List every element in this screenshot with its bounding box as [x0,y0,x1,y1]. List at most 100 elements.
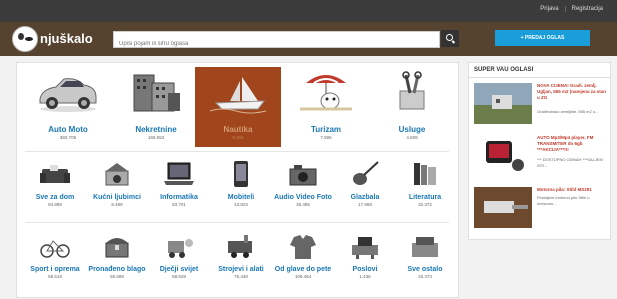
clothes-icon [290,235,316,259]
machine-icon [228,235,252,258]
register-link[interactable]: Registracija [564,6,609,12]
user-links: Prijava Registracija [534,6,609,12]
category-count: 109.464 [294,274,312,279]
books-icon [414,163,436,185]
category-kucni-ljubimci[interactable]: Kućni ljubimci 8.499 [87,159,147,215]
category-pronadeno-blago[interactable]: Pronađeno blago 56.589 [87,231,147,287]
post-ad-button[interactable]: + PREDAJ OGLAS [495,30,590,46]
category-count: 1.436 [359,274,371,279]
category-mobiteli[interactable]: Mobiteli 43.823 [211,159,271,215]
category-name: Informatika [160,194,198,201]
search-box [113,31,440,51]
dog-logo-icon [12,26,38,52]
category-usluge[interactable]: Usluge 4.509 [369,69,455,147]
category-nekretnine[interactable]: Nekretnine 168.553 [113,69,199,147]
category-sve-za-dom[interactable]: Sve za dom 84.889 [25,159,85,215]
ad-thumbnail[interactable] [474,135,532,176]
featured-ads-title: SUPER VAU OGLASI [474,67,534,73]
treasure-icon [105,238,129,258]
featured-ads-panel: SUPER VAU OGLASI NOVA CIJENA! Gradi. zem… [468,62,611,240]
category-count: 75.448 [234,274,248,279]
guitar-icon [353,161,379,185]
category-name: Kućni ljubimci [93,194,141,201]
category-name: Sve za dom [35,194,75,201]
car-icon [39,78,97,112]
panel-divider [469,77,610,78]
featured-ad[interactable]: AUTO Mp3/Mp4 player, FM TRANSMITER do 6g… [474,135,604,181]
category-count: 33.473 [418,274,432,279]
category-strojevi-i-alati[interactable]: Strojevi i alati 75.448 [211,231,271,287]
search-button[interactable] [441,30,459,47]
category-count: 83.701 [172,202,186,207]
category-name: Poslovi [352,266,378,273]
category-informatika[interactable]: Informatika 83.701 [149,159,209,215]
ad-thumbnail[interactable] [474,187,532,228]
category-count: 7.806 [320,135,332,140]
ad-description: Građevinsko zemljište, 555 m2 u... [537,109,599,114]
category-name: Pronađeno blago [88,266,146,273]
phone-icon [234,161,248,187]
category-sve-ostalo[interactable]: Sve ostalo 33.473 [395,231,455,287]
category-name: Mobiteli [227,194,255,201]
featured-ad[interactable]: NOVA CIJENA! Gradi. zemlj. Ugljan, 555 m… [474,83,607,127]
category-sport-i-oprema[interactable]: Sport i oprema 58.518 [25,231,85,287]
category-nautika[interactable]: Nautika 9.404 [195,67,281,147]
category-count: 4.509 [406,135,418,140]
category-name: Nekretnine [135,125,177,134]
ad-title[interactable]: AUTO Mp3/Mp4 player, FM TRANSMITER do 6g… [537,135,607,153]
category-count: 383.705 [59,135,77,140]
category-od-glave-do-pete[interactable]: Od glave do pete 109.464 [273,231,333,287]
category-count: 43.823 [234,202,248,207]
category-djecji-svijet[interactable]: Dječji svijet 58.629 [149,231,209,287]
category-audio-video-foto[interactable]: Audio Video Foto 35.485 [273,159,333,215]
category-panel: Auto Moto 383.705 Nekretnine 168.553 Nau… [16,62,459,298]
top-bar: Prijava Registracija [0,0,617,22]
category-count: 84.889 [48,202,62,207]
row-divider [25,222,449,223]
category-count: 58.518 [48,274,62,279]
ad-title[interactable]: NOVA CIJENA! Gradi. zemlj. Ugljan, 555 m… [537,83,607,101]
pet-icon [105,163,129,186]
site-logo[interactable]: njuškalo [12,26,102,52]
category-name: Od glave do pete [274,266,332,273]
category-name: Audio Video Foto [274,194,332,201]
category-name: Glazbala [350,194,380,201]
login-link[interactable]: Prijava [534,6,564,12]
search-input[interactable] [114,37,439,51]
laptop-icon [164,162,194,185]
category-count: 8.499 [111,202,123,207]
ad-thumbnail[interactable] [474,83,532,124]
category-name: Dječji svijet [159,266,199,273]
category-poslovi[interactable]: Poslovi 1.436 [335,231,395,287]
category-count: 58.629 [172,274,186,279]
category-name: Strojevi i alati [218,266,264,273]
row-divider [25,151,449,152]
ad-title[interactable]: Motorna pila: Stihl MS291 [537,187,607,193]
category-count: 32.372 [418,202,432,207]
category-name: Nautika [223,125,253,134]
ad-description: Prodajem motornu pilu Stihl u izvrsnom..… [537,195,590,206]
category-literatura[interactable]: Literatura 32.372 [395,159,455,215]
category-name: Sport i oprema [30,266,80,273]
category-name: Turizam [310,125,342,134]
category-count: 35.485 [296,202,310,207]
logo-text: njuškalo [40,31,93,46]
category-auto-moto[interactable]: Auto Moto 383.705 [25,69,111,147]
category-count: 168.553 [147,135,165,140]
office-icon [352,237,378,259]
beach-icon [300,75,352,111]
ad-description: *** DOSTUPNO ODMAH ***SALJEM ISTI... [537,157,603,168]
category-turizam[interactable]: Turizam 7.806 [283,69,369,147]
camera-icon [289,165,317,186]
category-count: 17.868 [358,202,372,207]
category-count: 56.589 [110,274,124,279]
toys-icon [168,239,193,258]
sofa-icon [40,165,70,183]
boat-icon [209,77,267,114]
category-glazbala[interactable]: Glazbala 17.868 [335,159,395,215]
misc-icon [412,237,438,257]
category-count: 9.404 [232,135,244,140]
featured-ad[interactable]: Motorna pila: Stihl MS291 Prodajem motor… [474,187,604,233]
bicycle-icon [40,240,70,258]
category-name: Sve ostalo [407,266,443,273]
